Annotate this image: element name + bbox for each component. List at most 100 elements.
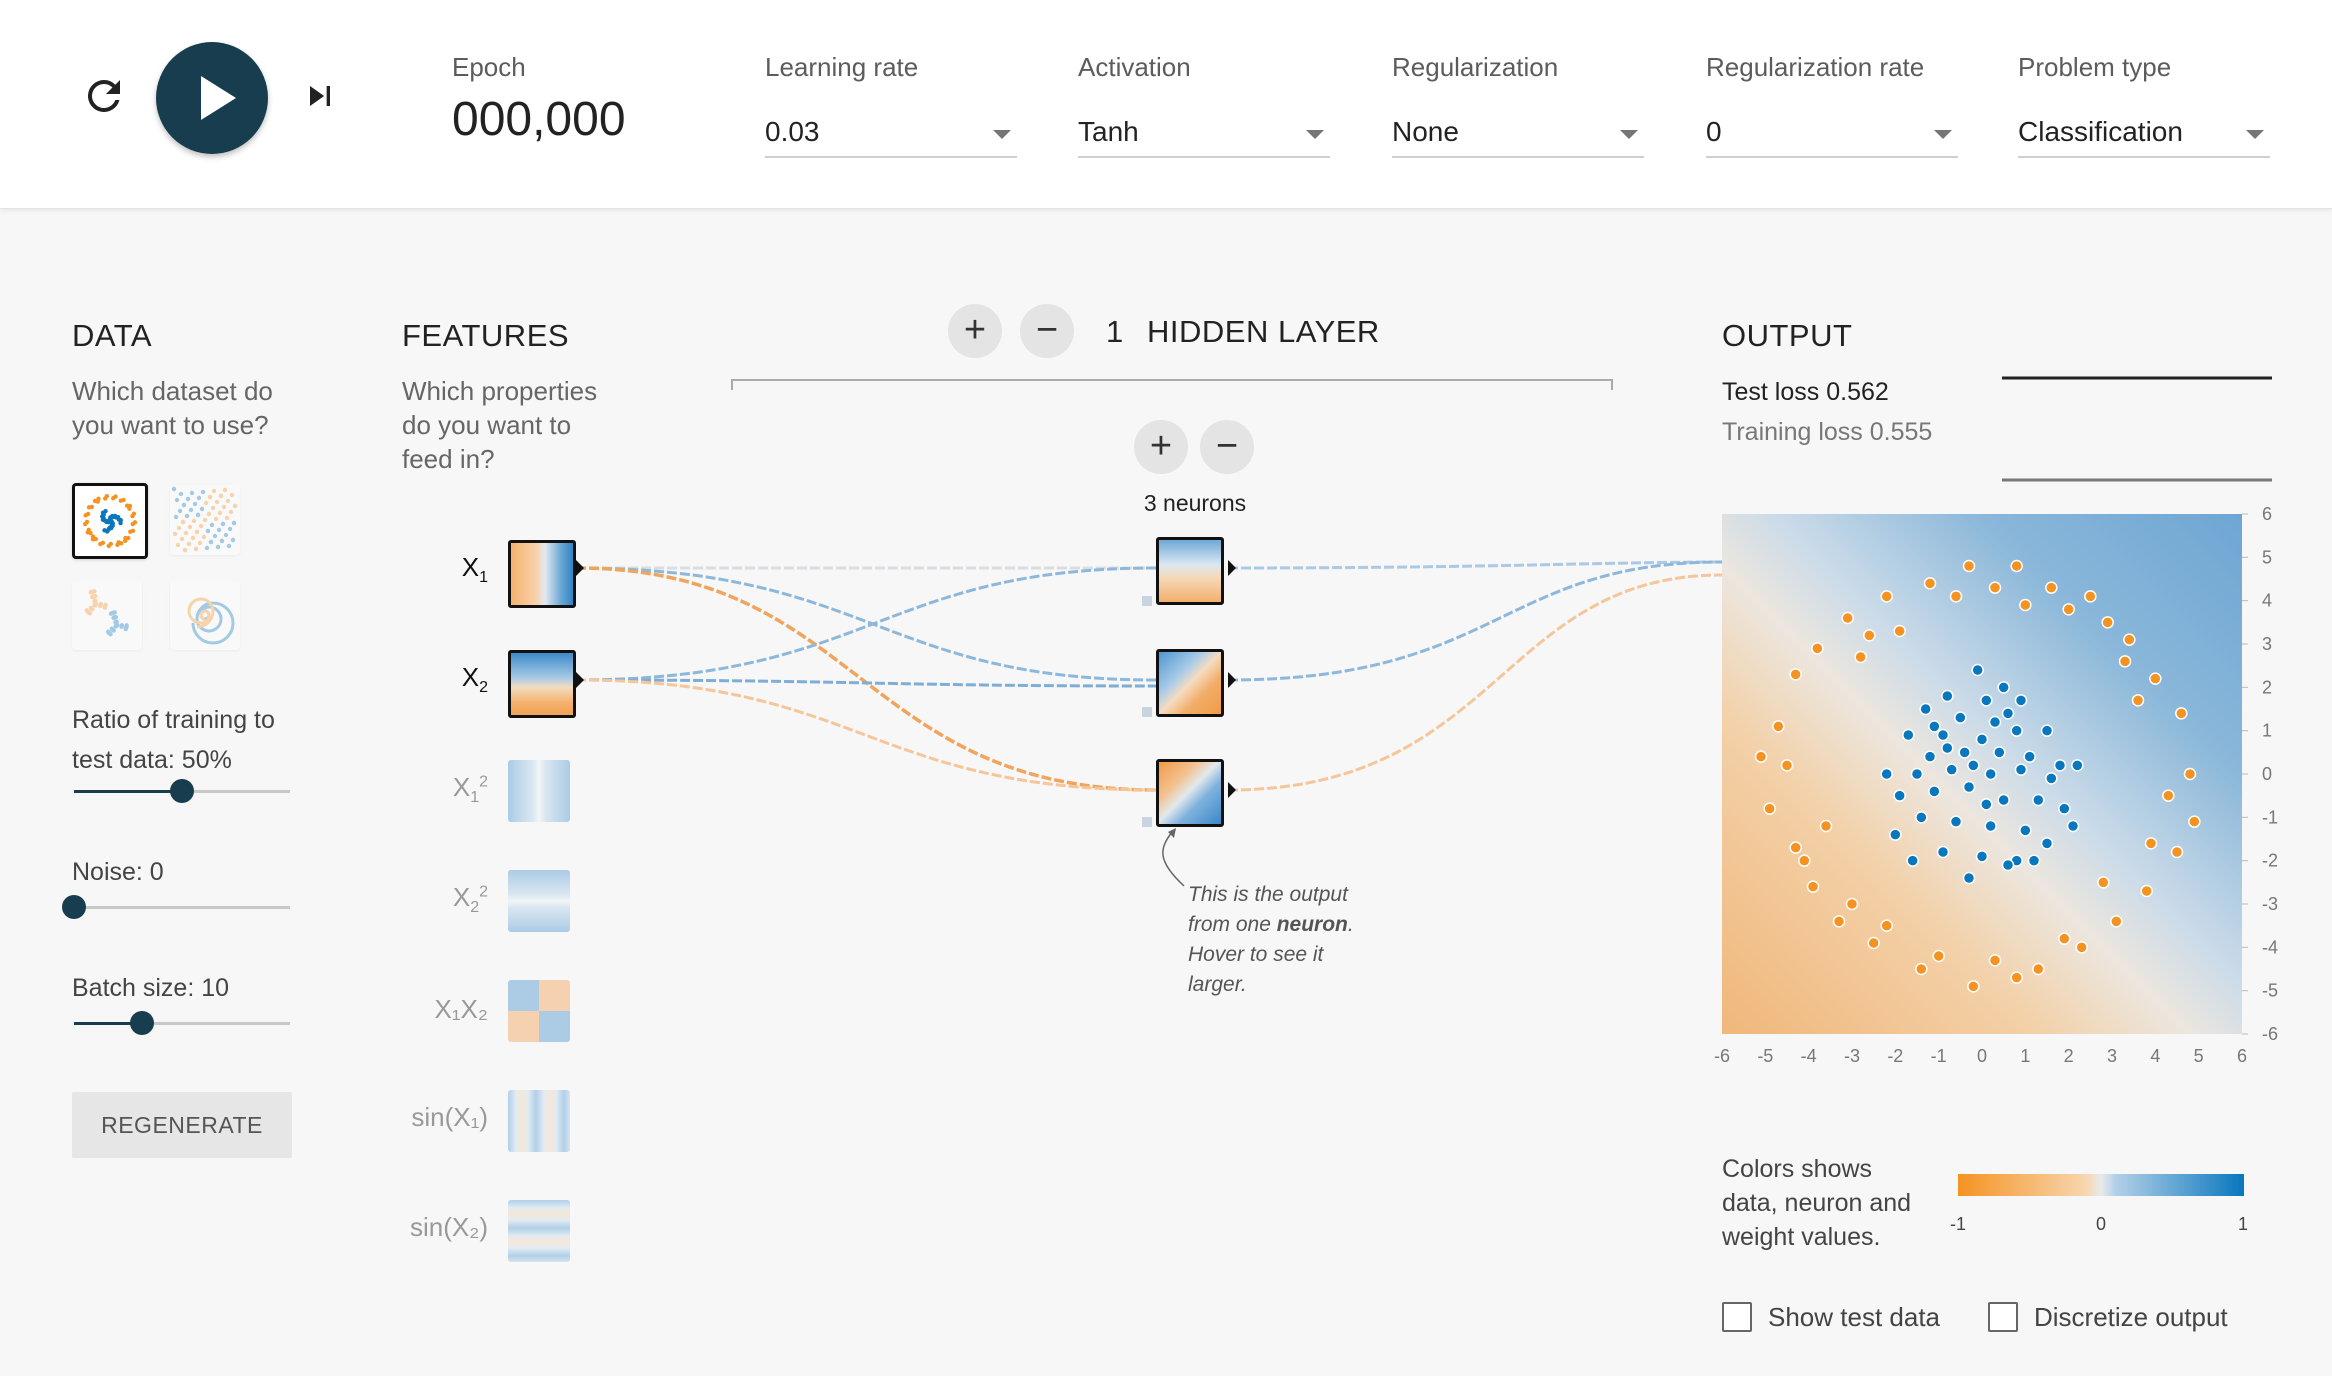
neuron-1-bias[interactable] xyxy=(1142,596,1152,606)
x-tick-label: 2 xyxy=(2064,1046,2074,1066)
x-tick-label: 0 xyxy=(1977,1046,1987,1066)
blue-data-point xyxy=(2071,759,2084,772)
blue-data-point xyxy=(1975,733,1989,746)
feature-x1-output-arrow xyxy=(576,560,584,576)
link-n1-out xyxy=(1227,560,1723,570)
color-scale-bar xyxy=(1958,1174,2244,1196)
orange-data-point xyxy=(1754,750,1768,763)
link-n2-out xyxy=(1227,560,1723,682)
blue-data-point xyxy=(2032,793,2045,807)
orange-data-point xyxy=(1772,720,1785,733)
y-tick-label: 1 xyxy=(2262,721,2272,741)
orange-data-point xyxy=(2032,962,2045,976)
neuron-2-bias[interactable] xyxy=(1142,707,1152,717)
orange-data-point xyxy=(2170,845,2184,859)
y-tick-label: 2 xyxy=(2262,677,2272,697)
orange-data-point xyxy=(2062,603,2075,616)
orange-data-point xyxy=(2058,932,2071,945)
blue-data-point xyxy=(1993,746,2006,759)
orange-data-point xyxy=(2162,789,2175,802)
blue-data-point xyxy=(1967,759,1980,772)
x-tick-label: -6 xyxy=(1714,1046,1730,1066)
blue-data-point xyxy=(1962,780,1976,794)
remove-neuron-button[interactable]: − xyxy=(1200,420,1254,474)
orange-data-point xyxy=(1789,668,1802,681)
orange-data-point xyxy=(1798,854,1811,867)
blue-data-point xyxy=(1949,815,1963,828)
orange-data-point xyxy=(1763,802,1776,815)
orange-data-point xyxy=(1841,611,1854,625)
blue-data-point xyxy=(1980,694,1993,707)
blue-data-point xyxy=(1975,850,1989,863)
blue-data-point xyxy=(1958,746,1971,759)
color-legend-text: Colors shows data, neuron and weight val… xyxy=(1722,1155,1912,1251)
blue-data-point xyxy=(2023,750,2036,763)
orange-data-point xyxy=(2118,655,2132,668)
orange-data-point xyxy=(2010,971,2023,984)
add-neuron-button[interactable]: + xyxy=(1134,420,1188,474)
blue-data-point xyxy=(1880,767,1893,781)
orange-data-point xyxy=(2183,767,2197,781)
orange-data-point xyxy=(2097,876,2110,889)
blue-data-point xyxy=(2014,694,2028,707)
orange-data-point xyxy=(1867,936,1880,950)
orange-data-point xyxy=(2175,707,2188,720)
blue-data-point xyxy=(1988,715,2002,729)
blue-data-point xyxy=(1980,798,1993,811)
link-x2-n3 xyxy=(575,678,1157,792)
neuron-3[interactable] xyxy=(1156,759,1224,827)
add-layer-button[interactable]: + xyxy=(948,304,1002,358)
orange-data-point xyxy=(1854,650,1867,664)
blue-data-point xyxy=(1954,711,1967,724)
orange-data-point xyxy=(1819,819,1833,833)
y-axis-ticks: 6 5 4 3 2 1 0 -1 -2 -3 -4 -5 -6 xyxy=(2242,504,2278,1044)
neuron-count: 3 neurons xyxy=(1143,490,1247,516)
blue-data-point xyxy=(1941,741,1954,755)
link-x2-n1 xyxy=(575,566,1157,682)
neuron-2-output-arrow xyxy=(1228,672,1236,688)
y-tick-label: -1 xyxy=(2262,807,2278,827)
neuron-1-output-arrow xyxy=(1228,560,1236,576)
x-tick-label: 5 xyxy=(2194,1046,2204,1066)
blue-data-point xyxy=(2001,707,2015,720)
blue-data-point xyxy=(2040,837,2054,850)
y-tick-label: -4 xyxy=(2262,937,2278,957)
discretize-output-checkbox[interactable] xyxy=(1988,1302,2018,1332)
neuron-2[interactable] xyxy=(1156,649,1224,717)
note-arrow xyxy=(1162,831,1185,887)
neuron-3-output-arrow xyxy=(1228,782,1236,798)
legend-max: 1 xyxy=(2238,1214,2249,1234)
remove-layer-button[interactable]: − xyxy=(1020,304,1074,358)
hidden-layer-title: HIDDEN LAYER xyxy=(1147,314,1380,349)
blue-data-point xyxy=(2040,724,2054,737)
orange-data-point xyxy=(2075,941,2088,954)
blue-data-point xyxy=(1971,663,1984,677)
orange-data-point xyxy=(2149,672,2162,685)
link-n3-out xyxy=(1227,573,1723,792)
x-tick-label: -2 xyxy=(1887,1046,1903,1066)
blue-data-point xyxy=(2066,819,2080,833)
blue-data-point xyxy=(2001,858,2015,872)
y-tick-label: 6 xyxy=(2262,504,2272,524)
orange-data-point xyxy=(1923,577,1937,590)
output-heatmap-plot[interactable]: -6 -5 -4 -3 -2 -1 0 1 2 3 4 5 6 6 5 4 3 2 1 0 -1 -2 -3 -4 -5 -6 xyxy=(1700,500,2320,1080)
blue-data-point xyxy=(1984,767,1997,781)
neuron-note: This is the output from one neuron. Hove… xyxy=(1188,883,1354,996)
blue-data-point xyxy=(1893,789,1906,802)
y-tick-label: -5 xyxy=(2262,981,2278,1001)
loss-sparkline xyxy=(2002,376,2272,482)
legend-mid: 0 xyxy=(2096,1214,2107,1234)
neuron-1[interactable] xyxy=(1156,537,1224,605)
show-test-data-checkbox[interactable] xyxy=(1722,1302,1752,1332)
neuron-3-bias[interactable] xyxy=(1142,817,1152,827)
output-heading: OUTPUT xyxy=(1722,318,1853,353)
x-tick-label: -1 xyxy=(1931,1046,1947,1066)
y-tick-label: 4 xyxy=(2262,591,2272,611)
training-loss: Training loss 0.555 xyxy=(1722,418,1933,446)
blue-data-point xyxy=(1906,854,1919,867)
x-tick-label: 4 xyxy=(2150,1046,2160,1066)
blue-data-point xyxy=(1936,728,1950,742)
orange-data-point xyxy=(1880,590,1893,603)
y-tick-label: -3 xyxy=(2262,894,2278,914)
blue-data-point xyxy=(2058,802,2071,815)
